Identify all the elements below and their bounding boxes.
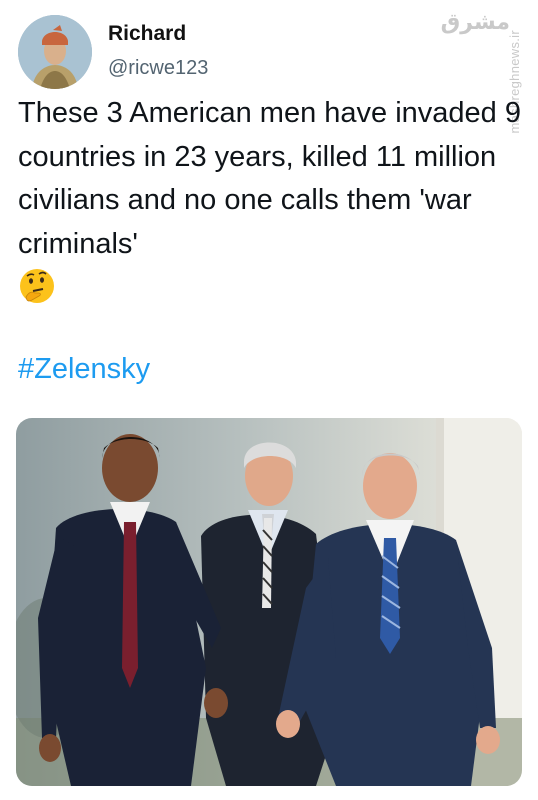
avatar[interactable] (18, 15, 92, 89)
tweet-card: Richard @ricwe123 ﻣﺸﺮﻕ mashreghnews.ir T… (0, 0, 538, 800)
watermark-logo: ﻣﺸﺮﻕ (440, 10, 510, 35)
thinking-face-icon (18, 267, 56, 305)
tweet-photo[interactable] (16, 418, 522, 786)
tweet-text: These 3 American men have invaded 9 coun… (18, 97, 521, 260)
hashtag-link[interactable]: #Zelensky (18, 353, 150, 386)
user-handle[interactable]: @ricwe123 (108, 57, 208, 80)
display-name[interactable]: Richard (108, 22, 186, 46)
